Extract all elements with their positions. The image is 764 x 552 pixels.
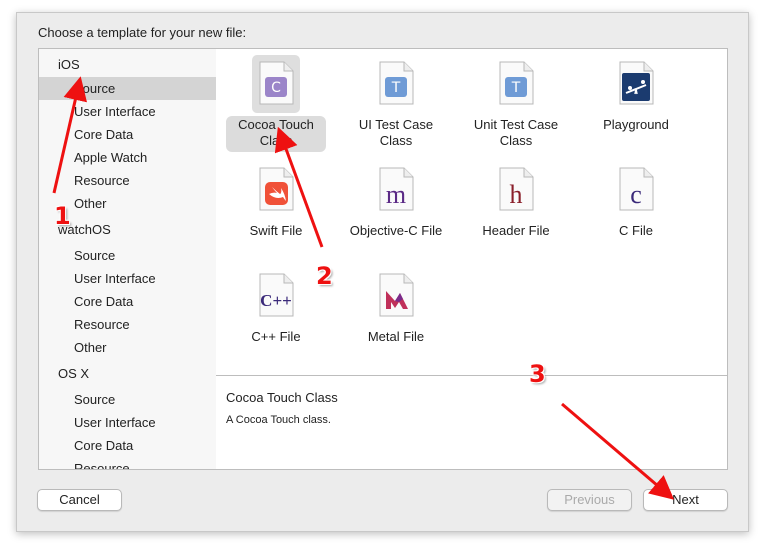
sidebar-item-watchos-core-data[interactable]: Core Data bbox=[39, 290, 216, 313]
template-header-file[interactable]: h Header File bbox=[456, 157, 576, 257]
template-label-cpp-file: C++ File bbox=[251, 329, 301, 344]
cpp-file-icon: C++ bbox=[259, 273, 294, 317]
template-label-playground: Playground bbox=[603, 117, 669, 132]
sidebar-item-osx-source[interactable]: Source bbox=[39, 388, 216, 411]
cancel-button[interactable]: Cancel bbox=[37, 489, 122, 511]
template-grid: C Cocoa Touch Class T UI Test Case Class bbox=[216, 48, 728, 375]
step-2-marker: 2 bbox=[316, 262, 333, 290]
sidebar-item-watchos-resource[interactable]: Resource bbox=[39, 313, 216, 336]
sidebar-item-ios-resource[interactable]: Resource bbox=[39, 169, 216, 192]
template-swift-file[interactable]: Swift File bbox=[216, 157, 336, 257]
template-c-file[interactable]: c C File bbox=[576, 157, 696, 257]
template-label-metal-file: Metal File bbox=[367, 329, 425, 344]
header-file-icon: h bbox=[499, 167, 534, 211]
c-file-icon: c bbox=[619, 167, 654, 211]
template-label-ui-test-case-class: UI Test Case Class bbox=[336, 117, 456, 149]
template-label-objective-c-file: Objective-C File bbox=[349, 223, 443, 238]
platform-sidebar[interactable]: iOS Source User Interface Core Data Appl… bbox=[38, 48, 217, 470]
template-label-line2: Class bbox=[259, 133, 293, 148]
sidebar-item-osx-resource[interactable]: Resource bbox=[39, 457, 216, 469]
template-description-panel: Cocoa Touch Class A Cocoa Touch class. bbox=[216, 375, 728, 470]
dialog-prompt: Choose a template for your new file: bbox=[38, 25, 247, 40]
unit-test-glyph: T bbox=[511, 80, 521, 96]
playground-icon bbox=[619, 61, 654, 105]
c-glyph: c bbox=[630, 180, 642, 209]
swift-file-icon bbox=[259, 167, 294, 211]
template-label-line1: Unit Test Case bbox=[473, 117, 559, 132]
cocoa-glyph: C bbox=[271, 80, 281, 96]
cocoa-touch-class-icon: C bbox=[259, 61, 294, 105]
step-3-marker: 3 bbox=[529, 360, 546, 388]
ui-test-case-icon: T bbox=[379, 61, 414, 105]
sidebar-item-watchos-source[interactable]: Source bbox=[39, 244, 216, 267]
new-file-dialog: Choose a template for your new file: iOS… bbox=[16, 12, 749, 532]
template-label-line1: Cocoa Touch bbox=[238, 117, 314, 132]
sidebar-item-ios-user-interface[interactable]: User Interface bbox=[39, 100, 216, 123]
sidebar-item-watchos-other[interactable]: Other bbox=[39, 336, 216, 359]
sidebar-item-watchos-user-interface[interactable]: User Interface bbox=[39, 267, 216, 290]
description-text: A Cocoa Touch class. bbox=[226, 414, 331, 426]
template-metal-file[interactable]: Metal File bbox=[336, 263, 456, 363]
template-label-unit-test-case-class: Unit Test Case Class bbox=[456, 117, 576, 149]
template-label-line1: UI Test Case bbox=[358, 117, 434, 132]
objc-glyph: m bbox=[386, 180, 406, 209]
sidebar-item-osx-user-interface[interactable]: User Interface bbox=[39, 411, 216, 434]
template-unit-test-case-class[interactable]: T Unit Test Case Class bbox=[456, 51, 576, 151]
template-ui-test-case-class[interactable]: T UI Test Case Class bbox=[336, 51, 456, 151]
template-label-header-file: Header File bbox=[482, 223, 550, 238]
sidebar-item-ios-apple-watch[interactable]: Apple Watch bbox=[39, 146, 216, 169]
template-label-c-file: C File bbox=[619, 223, 653, 238]
previous-button[interactable]: Previous bbox=[547, 489, 632, 511]
sidebar-header-ios[interactable]: iOS bbox=[39, 53, 216, 76]
cpp-glyph: C++ bbox=[260, 291, 292, 310]
template-label-cocoa-touch-class: Cocoa Touch Class bbox=[226, 116, 326, 152]
sidebar-item-ios-core-data[interactable]: Core Data bbox=[39, 123, 216, 146]
sidebar-item-osx-core-data[interactable]: Core Data bbox=[39, 434, 216, 457]
step-1-marker: 1 bbox=[54, 202, 71, 230]
objective-c-file-icon: m bbox=[379, 167, 414, 211]
template-objective-c-file[interactable]: m Objective-C File bbox=[336, 157, 456, 257]
description-title: Cocoa Touch Class bbox=[226, 390, 338, 405]
template-playground[interactable]: Playground bbox=[576, 51, 696, 151]
sidebar-header-osx[interactable]: OS X bbox=[39, 362, 216, 385]
metal-file-icon bbox=[379, 273, 414, 317]
template-label-line2: Class bbox=[379, 133, 413, 148]
template-label-swift-file: Swift File bbox=[249, 223, 303, 238]
sidebar-item-ios-source[interactable]: Source bbox=[39, 77, 216, 100]
template-label-line2: Class bbox=[499, 133, 533, 148]
header-glyph: h bbox=[510, 180, 523, 209]
unit-test-case-icon: T bbox=[499, 61, 534, 105]
template-cocoa-touch-class[interactable]: C Cocoa Touch Class bbox=[216, 51, 336, 152]
ui-test-glyph: T bbox=[391, 80, 401, 96]
next-button[interactable]: Next bbox=[643, 489, 728, 511]
